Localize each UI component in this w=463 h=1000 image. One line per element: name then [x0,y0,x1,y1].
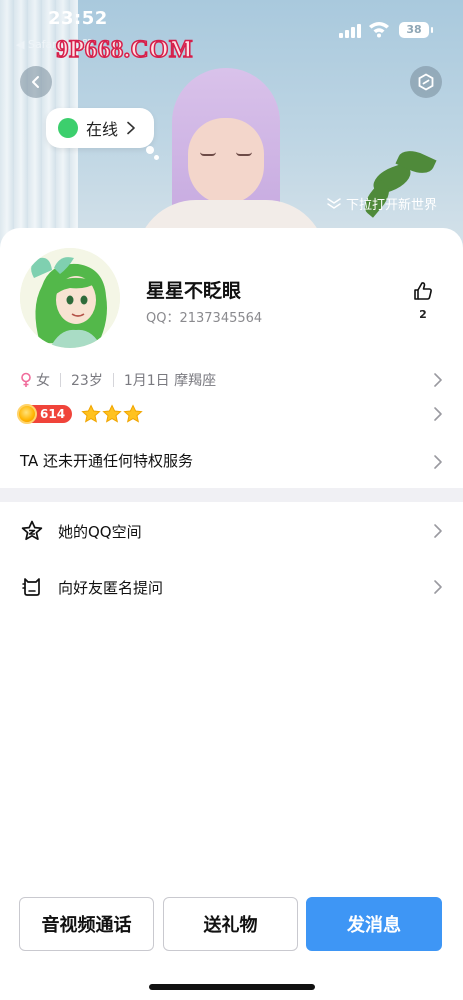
bubble-tail [154,155,159,160]
level-row[interactable]: 614 [17,402,443,426]
status-time: 23:52 [48,8,108,29]
basic-info-row[interactable]: 女 23岁 1月1日 摩羯座 [20,368,443,392]
star-icon [123,404,143,423]
chevron-right-icon [434,580,442,594]
section-divider [0,488,463,502]
menu-item-label: 向好友匿名提问 [58,578,164,597]
star-outline-icon [21,520,43,541]
cellular-signal-icon [339,24,361,38]
chevron-right-icon [127,121,135,135]
menu-item-qzone[interactable]: 她的QQ空间 [20,516,443,546]
online-status-label: 在线 [86,120,119,139]
double-chevron-down-icon [327,197,341,209]
avatar-3d-eye-right [236,152,252,156]
chevron-right-icon [434,407,442,421]
like-count: 2 [419,308,427,321]
star-icon [81,404,101,423]
watermark-logo: 9P668.COM [55,35,194,64]
chevron-right-icon [434,524,442,538]
female-symbol-icon [21,372,31,387]
chevron-right-icon [434,373,442,387]
send-message-button[interactable]: 发消息 [306,897,442,951]
online-status-pill[interactable]: 在线 [46,108,154,148]
video-call-button[interactable]: 音视频通话 [19,897,154,951]
chevron-left-icon [32,76,39,88]
privilege-label: TA 还未开通任何特权服务 [20,452,194,470]
profile-card: 星星不眨眼 QQ：2137345564 2 女 23岁 1月1日 摩羯座 614 [0,228,463,1000]
wifi-icon [369,22,389,38]
gender-label: 女 [36,373,50,389]
back-button[interactable] [20,66,52,98]
battery-indicator: 38 [399,22,433,38]
star-icon [102,404,122,423]
chevron-right-icon [434,455,442,469]
coin-icon [17,404,37,424]
bubble-tail [146,146,154,154]
status-bar: 23:52 ◀ Safari浏览器 38 [0,0,463,51]
level-value: 614 [40,407,66,421]
age-label: 23岁 [71,373,103,389]
nickname: 星星不眨眼 [146,280,242,302]
avatar-3d-eye-left [200,152,216,156]
cat-mailbox-icon [22,578,40,596]
online-dot-icon [58,118,78,138]
avatar[interactable] [20,248,120,348]
home-indicator [149,984,315,990]
birthday-zodiac-label: 1月1日 摩羯座 [123,373,217,389]
privilege-row[interactable]: TA 还未开通任何特权服务 [20,450,443,474]
divider [112,373,114,387]
pull-down-hint[interactable]: 下拉打开新世界 [326,194,437,213]
avatar-3d-face [188,118,264,204]
level-badge: 614 [17,404,73,424]
settings-button[interactable] [410,66,442,98]
divider [60,373,61,387]
send-gift-button[interactable]: 送礼物 [163,897,298,951]
avatar-illustration [20,248,120,348]
qq-number: QQ：2137345564 [146,311,263,326]
like-button[interactable]: 2 [410,280,436,328]
pull-hint-label: 下拉打开新世界 [346,198,438,213]
thumbs-up-icon [414,282,432,300]
menu-item-anonymous-question[interactable]: 向好友匿名提问 [20,572,443,602]
hexagon-icon [418,73,434,91]
menu-item-label: 她的QQ空间 [58,522,142,541]
